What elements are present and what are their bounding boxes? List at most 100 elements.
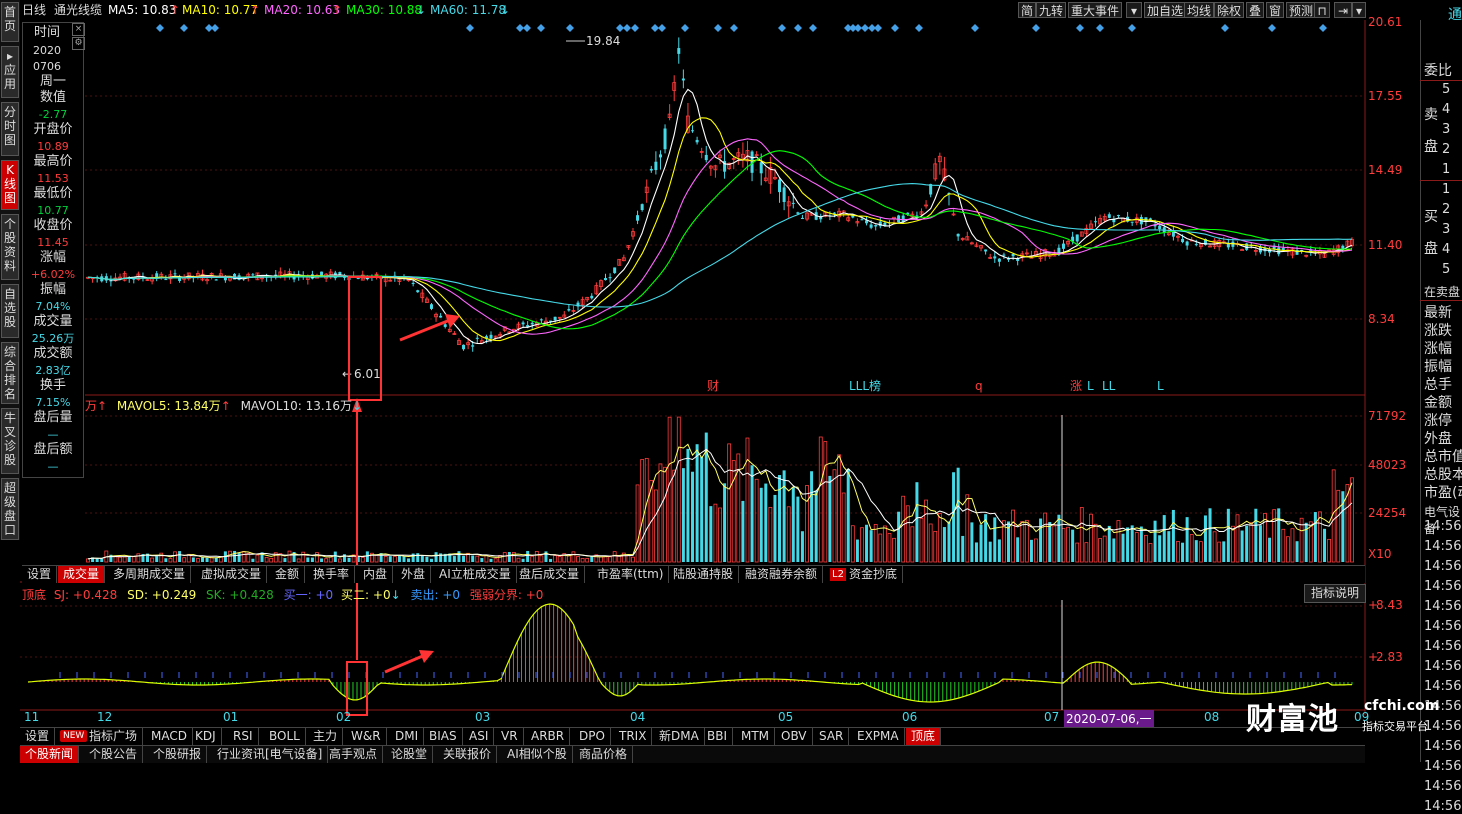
volume-bar: [306, 557, 310, 562]
candle-body: [164, 279, 168, 281]
news-tab-stock-news[interactable]: 个股新闻: [20, 746, 80, 763]
btab-boll[interactable]: BOLL: [264, 728, 306, 745]
volume-bar: [915, 482, 919, 562]
news-tab-ai-similar[interactable]: AI相似个股: [502, 746, 573, 763]
btab-settings[interactable]: 设置: [20, 728, 56, 745]
volume-bar: [549, 558, 553, 562]
btab-bbi[interactable]: BBI: [702, 728, 734, 745]
volume-bar: [952, 472, 956, 562]
volume-bar: [1171, 509, 1175, 562]
volume-bar: [480, 558, 484, 562]
volume-bar: [882, 525, 887, 563]
news-tab-industry[interactable]: 行业资讯[电气设备]: [212, 746, 329, 763]
tab-turnover[interactable]: 换手率: [308, 566, 356, 583]
btab-new-dma[interactable]: 新DMA: [654, 728, 705, 745]
volume-bar: [1263, 513, 1267, 563]
volume-bar: [553, 555, 558, 563]
btab-top-bottom[interactable]: 顶底: [906, 728, 942, 745]
btab-bias[interactable]: BIAS: [424, 728, 463, 745]
candle-body: [1116, 215, 1120, 217]
volume-bar: [402, 556, 406, 562]
month-label: 01: [223, 710, 239, 724]
candle-body: [604, 278, 608, 281]
candle-body: [874, 225, 878, 227]
volume-bar: [942, 527, 946, 562]
volume-bar: [686, 448, 690, 562]
volume-bar: [86, 558, 90, 563]
news-tab-announcements[interactable]: 个股公告: [84, 746, 144, 763]
signal-diamond: [794, 24, 802, 32]
month-label: 02: [336, 710, 352, 724]
volume-bar: [828, 475, 832, 562]
volume-bar: [296, 558, 301, 563]
tab-after-hours-volume[interactable]: 盘后成交量: [514, 566, 586, 583]
buy-level: 1: [1442, 182, 1451, 197]
tab-amount[interactable]: 金额: [270, 566, 306, 583]
btab-asi[interactable]: ASI: [464, 728, 495, 745]
candle-body: [1158, 225, 1162, 230]
candle-body: [1148, 218, 1152, 220]
indicator-explain-button[interactable]: 指标说明: [1304, 584, 1367, 603]
price-tick: 20.61: [1368, 15, 1403, 29]
candle-body: [475, 337, 479, 339]
tab-multi-period-volume[interactable]: 多周期成交量: [108, 566, 192, 583]
btab-kdj[interactable]: KDJ: [190, 728, 222, 745]
tab-pe-ttm[interactable]: 市盈率(ttm): [592, 566, 670, 583]
tab-inner-volume[interactable]: 内盘: [358, 566, 394, 583]
tab-virtual-volume[interactable]: 虚拟成交量: [196, 566, 268, 583]
volume-bar: [860, 527, 864, 563]
btab-indicator-plaza[interactable]: 指标广场: [84, 728, 144, 745]
tick-time: 14:56: [1424, 659, 1462, 674]
divider: [1420, 180, 1462, 181]
btab-dmi[interactable]: DMI: [390, 728, 425, 745]
tab-fund-bottom[interactable]: 资金抄底: [844, 566, 904, 583]
tab-settings[interactable]: 设置: [22, 566, 58, 583]
tab-margin[interactable]: 融资融券余额: [740, 566, 824, 583]
signal-diamond: [1076, 24, 1084, 32]
news-tab-experts[interactable]: 高手观点: [324, 746, 384, 763]
volume-bar: [416, 553, 420, 562]
volume-bar: [1194, 540, 1198, 562]
candlesticks: [86, 37, 1354, 352]
quote-stat-label: 总市值: [1424, 449, 1462, 465]
tab-volume[interactable]: 成交量: [58, 566, 106, 583]
candle-body: [997, 258, 1001, 262]
signal-diamond: [854, 24, 862, 32]
tick-time: 14:56: [1424, 719, 1462, 734]
volume-bar: [1181, 542, 1185, 562]
news-tab-commodities[interactable]: 商品价格: [574, 746, 634, 763]
btab-trix[interactable]: TRIX: [614, 728, 653, 745]
btab-obv[interactable]: OBV: [776, 728, 813, 745]
btab-sar[interactable]: SAR: [814, 728, 850, 745]
volume-bar: [810, 471, 814, 562]
volume-bar: [571, 551, 576, 563]
btab-macd[interactable]: MACD: [146, 728, 193, 745]
signal-diamond: [1128, 24, 1136, 32]
candle-body: [1130, 221, 1134, 223]
tab-northbound[interactable]: 陆股通持股: [668, 566, 740, 583]
volume-bar: [786, 506, 791, 563]
volume-bar: [241, 551, 246, 563]
volume-bar: [1052, 525, 1057, 563]
btab-vr[interactable]: VR: [496, 728, 524, 745]
volume-bar: [205, 557, 209, 562]
btab-rsi[interactable]: RSI: [228, 728, 259, 745]
news-tab-related-quotes[interactable]: 关联报价: [438, 746, 498, 763]
btab-expma[interactable]: EXPMA: [852, 728, 905, 745]
volume-bar: [580, 558, 585, 563]
volume-bar: [237, 552, 241, 562]
news-tab-research[interactable]: 个股研报: [148, 746, 208, 763]
btab-dpo[interactable]: DPO: [574, 728, 611, 745]
kline-chart[interactable]: 19.84 ← 6.01 财 LLL榜 q 涨 L LL L: [0, 0, 1462, 762]
volume-bar: [1075, 542, 1080, 563]
btab-main-force[interactable]: 主力: [308, 728, 344, 745]
month-label: 07: [1044, 710, 1060, 724]
tab-ai-volume[interactable]: AI立桩成交量: [434, 566, 517, 583]
tab-outer-volume[interactable]: 外盘: [396, 566, 432, 583]
btab-wr[interactable]: W&R: [346, 728, 387, 745]
btab-mtm[interactable]: MTM: [736, 728, 776, 745]
news-tab-forum[interactable]: 论股堂: [386, 746, 434, 763]
volume-bar: [283, 558, 287, 562]
btab-arbr[interactable]: ARBR: [526, 728, 571, 745]
volume-bar: [196, 558, 200, 563]
